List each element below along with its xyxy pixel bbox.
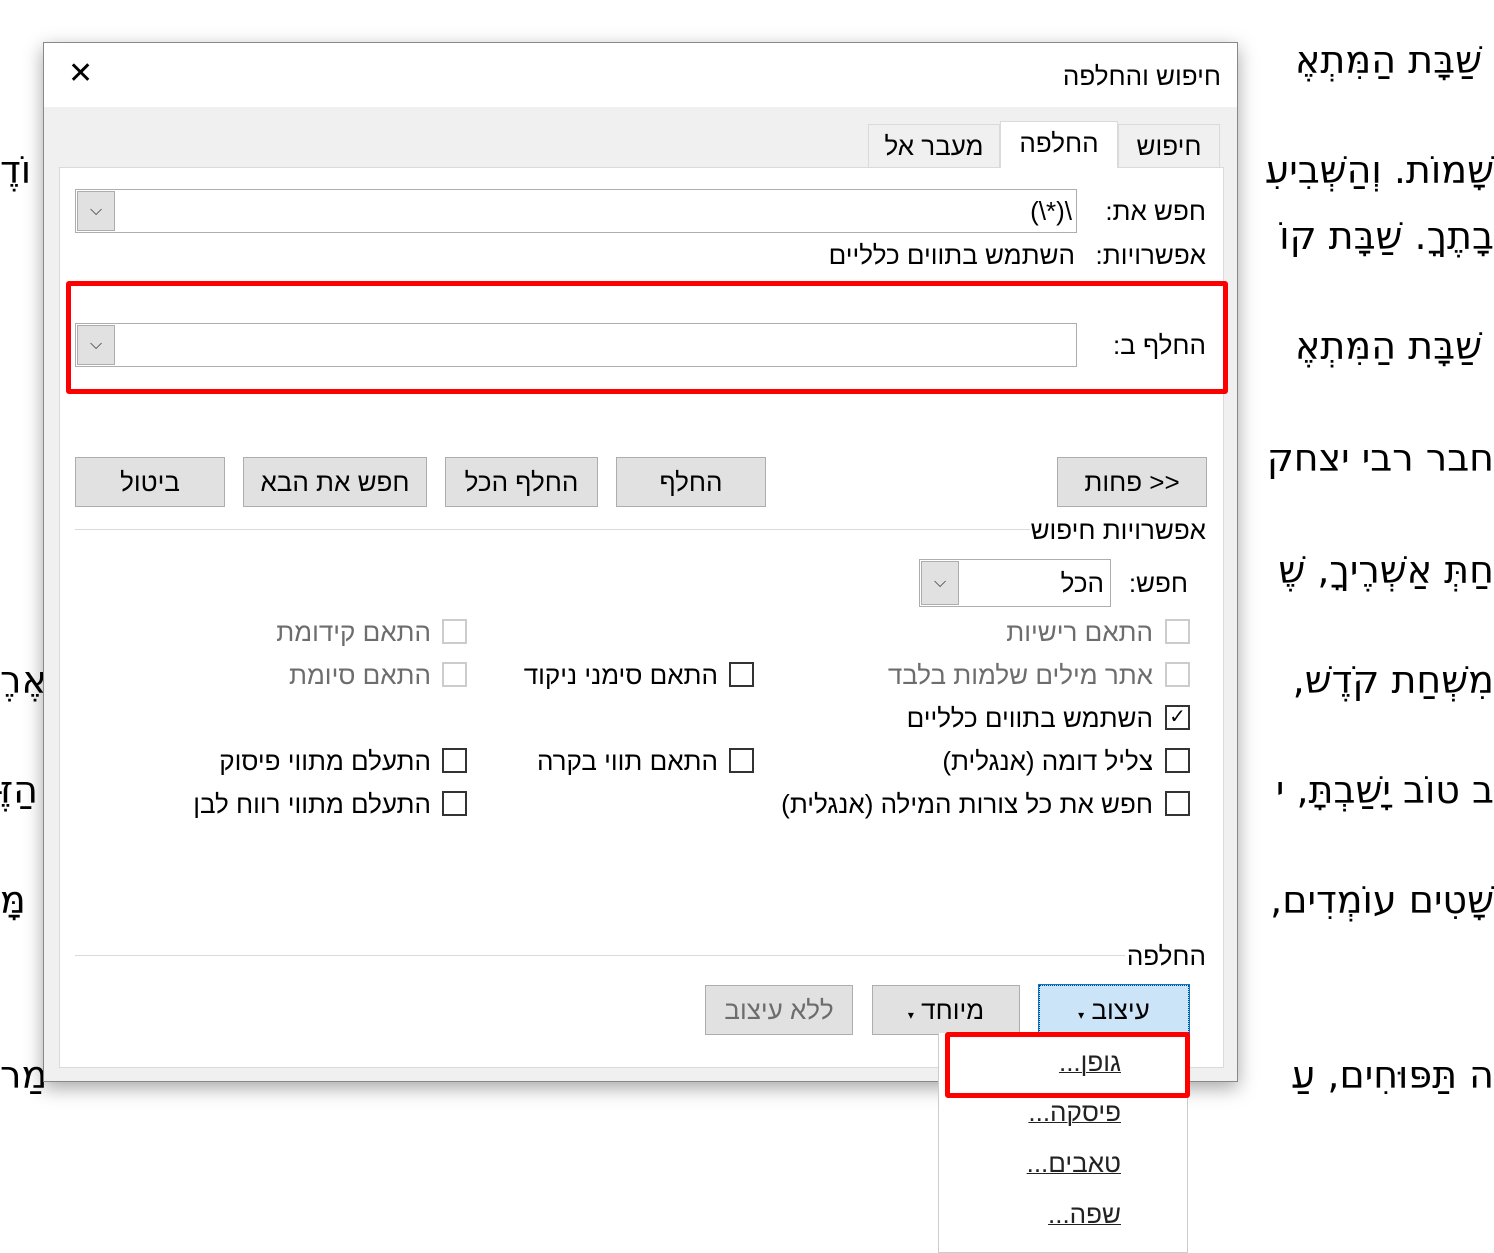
whole-words-checkbox[interactable] — [1165, 662, 1190, 687]
options-label: אפשרויות: — [1095, 240, 1207, 270]
checkbox-label: השתמש בתווים כלליים — [906, 703, 1153, 733]
title-bar: חיפוש והחלפה ✕ — [44, 43, 1237, 107]
find-value: \(*\) — [1030, 196, 1072, 226]
checkbox-label: התאם תווי בקרה — [536, 746, 718, 776]
replace-button[interactable]: החלף — [616, 457, 766, 507]
checkbox-label: התאם קידומת — [276, 617, 431, 647]
checkbox-label: התעלם מתווי רווח לבן — [193, 789, 431, 819]
find-input[interactable]: \(*\) ⌵ — [75, 189, 1077, 233]
search-value: הכל — [1060, 568, 1104, 598]
special-button[interactable]: מיוחד ▾ — [872, 985, 1020, 1035]
checkbox-label: אתר מילים שלמות בלבד — [887, 660, 1153, 690]
ignore-whitespace-checkbox[interactable] — [442, 791, 467, 816]
cancel-button[interactable]: ביטול — [75, 457, 225, 507]
format-label: עיצוב — [1091, 995, 1150, 1025]
match-control-chars-checkbox[interactable] — [729, 748, 754, 773]
tab-goto[interactable]: מעבר אל — [868, 124, 1000, 168]
options-value: השתמש בתווים כלליים — [828, 240, 1075, 270]
doc-line: שָׁטִים עוֹמְדִים, — [1270, 878, 1494, 922]
divider — [75, 955, 1125, 956]
tab-replace[interactable]: החלפה — [1000, 121, 1118, 168]
doc-line: שָׁמוֹת. וְהַשְּׁבִיעִ — [1265, 148, 1494, 192]
search-options-title: אפשרויות חיפוש — [1030, 515, 1206, 545]
find-label: חפש את: — [1105, 196, 1206, 226]
match-diacritics-checkbox[interactable] — [729, 662, 754, 687]
no-formatting-button[interactable]: ללא עיצוב — [705, 985, 853, 1035]
sounds-like-checkbox[interactable] — [1165, 748, 1190, 773]
search-direction-select[interactable]: הכל ⌵ — [919, 559, 1111, 607]
doc-line: שַׁבָּת הַמִּתְאֶ — [1295, 38, 1482, 82]
highlight-box — [66, 281, 1228, 394]
match-suffix-checkbox[interactable] — [442, 662, 467, 687]
all-word-forms-checkbox[interactable] — [1165, 791, 1190, 816]
highlight-box — [945, 1032, 1190, 1098]
match-prefix-checkbox[interactable] — [442, 619, 467, 644]
menu-item-paragraph[interactable]: פיסקה... — [1028, 1097, 1121, 1128]
find-next-button[interactable]: חפש את הבא — [243, 457, 427, 507]
doc-line: שַׁבָּת הַמִּתְאֶ — [1295, 324, 1482, 368]
dialog-title: חיפוש והחלפה — [1062, 61, 1221, 91]
checkbox-label: חפש את כל צורות המילה (אנגלית) — [781, 789, 1153, 819]
chevron-down-icon[interactable]: ⌵ — [921, 561, 959, 605]
checkbox-label: התאם סיומת — [288, 660, 431, 690]
doc-line: ה תַּפּוּחִים, עַ — [1291, 1053, 1494, 1097]
less-button[interactable]: << פחות — [1057, 457, 1207, 507]
dropdown-arrow-icon: ▾ — [1078, 1008, 1085, 1022]
checkbox-label: צליל דומה (אנגלית) — [942, 746, 1153, 776]
doc-line: אֶרֶ — [0, 658, 47, 702]
doc-line: מַר — [0, 1053, 48, 1097]
tab-find[interactable]: חיפוש — [1118, 124, 1220, 168]
menu-item-language[interactable]: שפה... — [1048, 1199, 1121, 1230]
chevron-down-icon[interactable]: ⌵ — [77, 191, 115, 231]
doc-line: בָתֶךָ. שַׁבָּת קוֹ — [1279, 214, 1494, 258]
special-label: מיוחד — [921, 995, 985, 1025]
use-wildcards-checkbox[interactable]: ✓ — [1165, 705, 1190, 730]
doc-line: וֹדֶ — [0, 148, 32, 192]
doc-line: ב טוֹב יָשַׁבְתָּ, י — [1275, 768, 1494, 812]
ignore-punctuation-checkbox[interactable] — [442, 748, 467, 773]
match-case-checkbox[interactable] — [1165, 619, 1190, 644]
dropdown-arrow-icon: ▾ — [907, 1008, 914, 1022]
close-icon[interactable]: ✕ — [68, 57, 93, 91]
find-replace-dialog: חיפוש והחלפה ✕ חיפוש החלפה מעבר אל חפש א… — [43, 42, 1238, 1082]
menu-item-tabs[interactable]: טאבים... — [1027, 1148, 1121, 1179]
search-label: חפש: — [1128, 568, 1188, 598]
divider — [75, 529, 1030, 530]
checkmark-icon: ✓ — [1169, 706, 1186, 728]
replace-all-button[interactable]: החלף הכל — [445, 457, 598, 507]
format-button[interactable]: עיצוב ▾ — [1038, 984, 1190, 1036]
doc-line: חבר רבי יצחק — [1266, 436, 1494, 480]
doc-line: חַתְּ אַשְׁרֶיךָ, שֶׁ — [1278, 548, 1494, 592]
doc-line: הַזֶּ — [0, 768, 38, 812]
checkbox-label: התעלם מתווי פיסוק — [219, 746, 431, 776]
doc-line: מִשְׁחַת קֹדֶשׁ, — [1292, 658, 1494, 702]
checkbox-label: התאם רישיות — [1006, 617, 1153, 647]
replace-section-title: החלפה — [1126, 941, 1206, 971]
doc-line: מָּ — [0, 878, 26, 922]
checkbox-label: התאם סימני ניקוד — [523, 660, 718, 690]
